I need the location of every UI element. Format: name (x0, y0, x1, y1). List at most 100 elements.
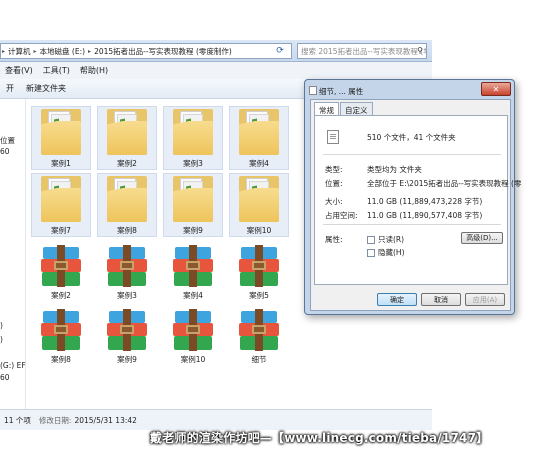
location-label: 位置: (325, 179, 343, 188)
folder-item[interactable]: 案例7 (31, 173, 91, 237)
folder-item[interactable]: 案例2 (97, 106, 157, 170)
menu-view[interactable]: 查看(V) (0, 65, 38, 76)
menu-help[interactable]: 帮助(H) (75, 65, 113, 76)
folder-item[interactable]: 案例8 (97, 173, 157, 237)
winrar-archive-icon (237, 245, 281, 289)
general-panel: 510 个文件，41 个文件夹 类型: 类型均为 文件夹 位置: 全部位于 E:\2… (314, 115, 522, 285)
archive-item[interactable]: 细节 (229, 305, 289, 369)
archive-label: 案例3 (117, 291, 137, 300)
breadcrumb-drive-e[interactable]: 本地磁盘 (E:) (38, 46, 88, 57)
divider (323, 154, 501, 155)
archive-item[interactable]: 案例9 (97, 305, 157, 369)
winrar-archive-icon (171, 245, 215, 289)
modified-value: 2015/5/31 13:42 (74, 415, 137, 425)
winrar-archive-icon (171, 309, 215, 353)
checkbox-box[interactable] (367, 235, 375, 244)
folder-icon (171, 107, 215, 157)
archive-item[interactable]: 案例2 (31, 241, 91, 305)
nav-item-drive[interactable]: ) (0, 335, 3, 344)
nav-item-drive[interactable]: ) (0, 321, 3, 330)
archive-label: 案例10 (180, 355, 206, 364)
archive-label: 案例5 (249, 291, 269, 300)
folder-item[interactable]: 案例1 (31, 106, 91, 170)
folder-label: 案例3 (183, 159, 203, 168)
hidden-checkbox[interactable]: 隐藏(H) (367, 247, 405, 258)
dialog-body: 常规 自定义 510 个文件，41 个文件夹 类型: 类型均为 文件夹 位置: 全部… (310, 99, 522, 311)
size-on-disk-value: 11.0 GB (11,890,577,408 字节) (367, 211, 483, 220)
nav-item-size: 60 (0, 147, 10, 156)
properties-dialog: 细节, ... 属性 ✕ 常规 自定义 510 个文件，41 个文件夹 类型: 类… (304, 79, 522, 315)
folder-icon (105, 174, 149, 224)
archive-label: 细节 (251, 355, 267, 364)
folder-icon (105, 107, 149, 157)
archive-label: 案例9 (117, 355, 137, 364)
divider (323, 224, 501, 225)
dialog-title: 细节, ... 属性 (319, 87, 364, 96)
folder-label: 案例7 (51, 226, 71, 235)
winrar-archive-icon (39, 309, 83, 353)
folder-item[interactable]: 案例10 (229, 173, 289, 237)
modified-label: 修改日期: (38, 415, 72, 425)
status-bar: 11 个项 修改日期: 2015/5/31 13:42 (0, 409, 432, 430)
archive-item[interactable]: 案例5 (229, 241, 289, 305)
location-row: 位置: 全部位于 E:\2015拓者出品--写实表现教程 (零 (325, 178, 522, 189)
type-label: 类型: (325, 165, 343, 174)
navigation-pane: 位置 60 ) ) (G:) EF 60 (0, 99, 26, 409)
search-placeholder: 搜索 2015拓者出品--写实表现教程 (零度制作) (301, 47, 426, 56)
folder-icon (39, 174, 83, 224)
folder-label: 案例10 (246, 226, 272, 235)
checkbox-box[interactable] (367, 248, 375, 257)
advanced-button[interactable]: 高级(D)... (461, 232, 503, 244)
folder-icon (237, 107, 281, 157)
folder-label: 案例9 (183, 226, 203, 235)
readonly-checkbox[interactable]: 只读(R) (367, 234, 404, 245)
breadcrumb-folder[interactable]: 2015拓者出品--写实表现教程 (零度制作) (92, 46, 234, 57)
winrar-archive-icon (105, 309, 149, 353)
watermark-text: 戴老师的渲染作坊吧—【www.linecg.com/tieba/1747】 (150, 431, 489, 445)
hidden-label: 隐藏(H) (378, 248, 405, 257)
menu-bar: 查看(V) 工具(T) 帮助(H) (0, 62, 432, 79)
archive-label: 案例4 (183, 291, 203, 300)
nav-item-location[interactable]: 位置 (0, 135, 15, 146)
size-value: 11.0 GB (11,889,473,228 字节) (367, 197, 483, 206)
archive-label: 案例8 (51, 355, 71, 364)
archive-item[interactable]: 案例10 (163, 305, 223, 369)
folder-item[interactable]: 案例9 (163, 173, 223, 237)
attributes-label: 属性: (325, 235, 343, 244)
new-folder-button[interactable]: 新建文件夹 (20, 83, 72, 94)
size-label: 大小: (325, 197, 343, 206)
size-on-disk-label: 占用空间: (325, 211, 358, 220)
refresh-icon[interactable]: ⟳ (273, 44, 287, 58)
folder-label: 案例8 (117, 226, 137, 235)
ok-button[interactable]: 确定 (377, 293, 417, 306)
apply-button[interactable]: 应用(A) (465, 293, 505, 306)
close-icon[interactable]: ✕ (481, 82, 511, 96)
winrar-archive-icon (39, 245, 83, 289)
archive-item[interactable]: 案例4 (163, 241, 223, 305)
type-row: 类型: 类型均为 文件夹 (325, 164, 422, 175)
folder-label: 案例1 (51, 159, 71, 168)
archive-item[interactable]: 案例8 (31, 305, 91, 369)
open-button[interactable]: 开 (0, 83, 20, 94)
item-count: 11 个项 (4, 415, 31, 425)
cancel-button[interactable]: 取消 (421, 293, 461, 306)
folder-properties-icon (309, 86, 317, 95)
folder-item[interactable]: 案例4 (229, 106, 289, 170)
search-input[interactable]: 搜索 2015拓者出品--写实表现教程 (零度制作) ⚲ (297, 43, 427, 59)
nav-item-size: 60 (0, 373, 10, 382)
breadcrumb[interactable]: ▸ 计算机 ▸ 本地磁盘 (E:) ▸ 2015拓者出品--写实表现教程 (零度… (0, 43, 292, 59)
file-icon (327, 130, 339, 144)
folder-item[interactable]: 案例3 (163, 106, 223, 170)
location-value: 全部位于 E:\2015拓者出品--写实表现教程 (零 (367, 179, 522, 188)
type-value: 类型均为 文件夹 (367, 165, 422, 174)
size-row: 大小: 11.0 GB (11,889,473,228 字节) (325, 196, 482, 207)
folder-icon (171, 174, 215, 224)
archive-item[interactable]: 案例3 (97, 241, 157, 305)
menu-tools[interactable]: 工具(T) (38, 65, 75, 76)
search-icon: ⚲ (417, 46, 423, 55)
folder-label: 案例4 (249, 159, 269, 168)
breadcrumb-computer[interactable]: 计算机 (6, 46, 33, 57)
winrar-archive-icon (105, 245, 149, 289)
folder-icon (237, 174, 281, 224)
nav-item-drive-g[interactable]: (G:) EF (0, 361, 26, 370)
